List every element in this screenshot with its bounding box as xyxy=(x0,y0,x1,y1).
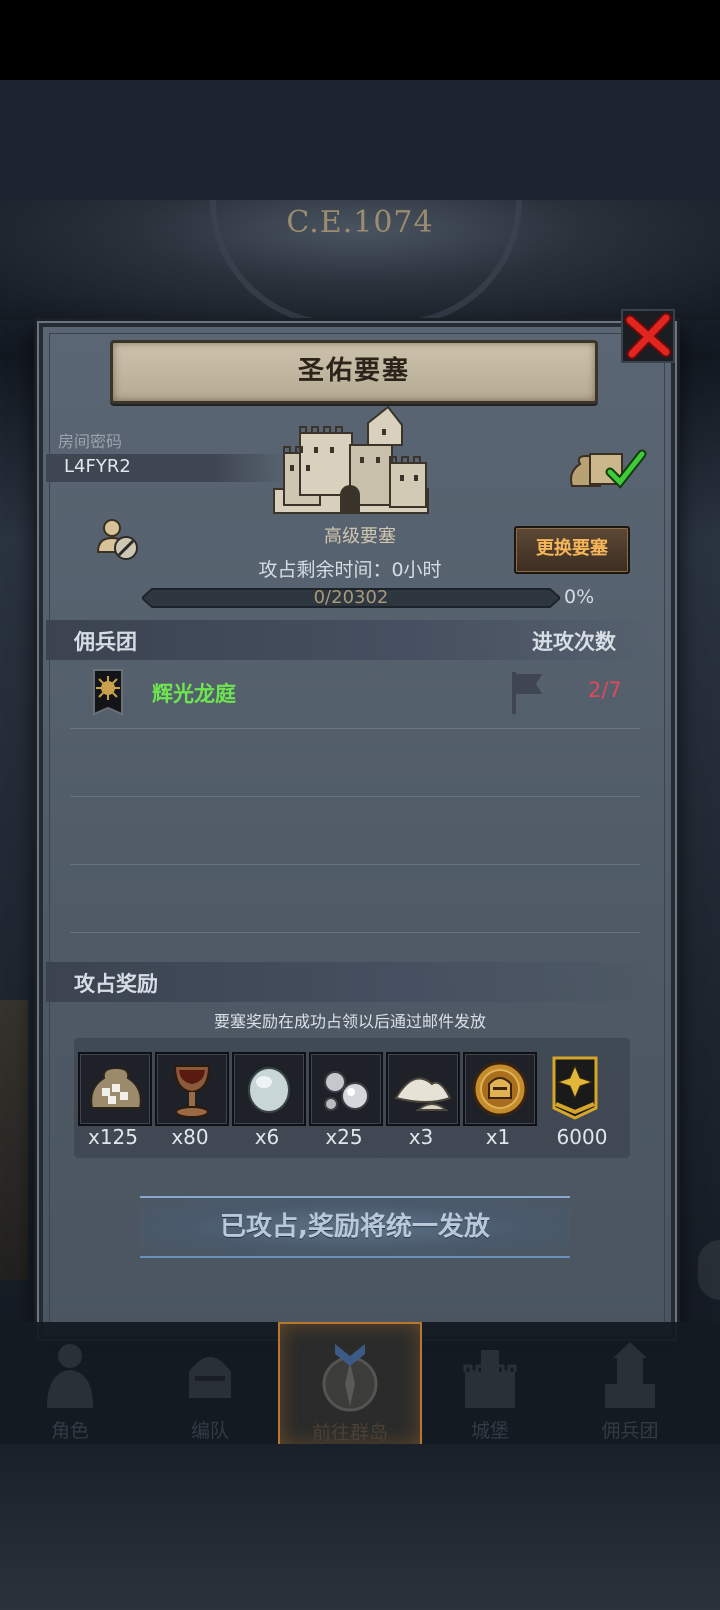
close-icon xyxy=(621,309,675,363)
reward-item[interactable] xyxy=(155,1052,229,1126)
honor-badge-icon xyxy=(552,1056,598,1120)
room-code-label: 房间密码 xyxy=(58,432,123,451)
nav-mercenary[interactable]: 佣兵团 xyxy=(560,1322,700,1444)
silver-ore-icon xyxy=(324,1071,369,1111)
reward-item[interactable] xyxy=(540,1052,610,1122)
reward-item[interactable] xyxy=(309,1052,383,1126)
nav-role[interactable]: 角色 xyxy=(0,1322,140,1444)
guild-banner-icon xyxy=(93,669,123,716)
dialog-title: 圣佑要塞 xyxy=(297,356,410,386)
dialog-title-banner: 圣佑要塞 xyxy=(110,340,598,404)
reward-item[interactable] xyxy=(463,1052,537,1126)
bottom-safe-area xyxy=(0,1444,720,1610)
nav-label: 佣兵团 xyxy=(601,1420,659,1442)
close-button[interactable] xyxy=(620,308,676,364)
timer-label: 攻占剩余时间： xyxy=(258,559,392,581)
nav-castle[interactable]: 城堡 xyxy=(420,1322,560,1444)
background-side-decor-right xyxy=(698,1240,720,1300)
reward-qty: x80 xyxy=(171,1125,209,1149)
rewards-header: 攻占奖励 xyxy=(74,972,158,996)
mercenary-header: 佣兵团 xyxy=(74,630,137,654)
room-code-value[interactable]: L4FYR2 xyxy=(64,456,131,477)
nav-label: 编队 xyxy=(190,1420,229,1442)
reward-qty: x25 xyxy=(325,1125,363,1149)
rewards-note: 要塞奖励在成功占领以后通过邮件发放 xyxy=(213,1012,486,1031)
moonstone-icon xyxy=(248,1067,290,1113)
flag-icon xyxy=(512,672,542,714)
list-item xyxy=(70,864,640,933)
nav-label: 角色 xyxy=(50,1420,89,1442)
castle-icon xyxy=(463,1350,517,1408)
supply-bag-check-icon[interactable] xyxy=(566,446,648,492)
reward-qty: 6000 xyxy=(556,1125,608,1149)
salt-pile-icon xyxy=(394,1077,452,1111)
list-item xyxy=(70,728,640,797)
nav-formation[interactable]: 编队 xyxy=(140,1322,280,1444)
reward-item[interactable] xyxy=(78,1052,152,1126)
occupied-status-banner: 已攻占,奖励将统一发放 xyxy=(140,1196,570,1258)
reward-item[interactable] xyxy=(386,1052,460,1126)
status-bar xyxy=(0,0,720,80)
reward-qty: x1 xyxy=(485,1125,511,1149)
progress-percent: 0% xyxy=(564,586,595,608)
fortress-castle-icon xyxy=(273,405,429,514)
occupation-timer: 攻占剩余时间：0小时 xyxy=(0,555,700,582)
tower-guild-icon xyxy=(605,1342,655,1408)
knight-character-icon xyxy=(47,1344,93,1408)
compass-map-icon xyxy=(322,1344,378,1412)
timer-value: 0小时 xyxy=(391,559,442,581)
goblet-icon xyxy=(173,1065,211,1118)
nav-label: 城堡 xyxy=(470,1420,509,1442)
occupied-status-text: 已攻占,奖励将统一发放 xyxy=(220,1212,490,1242)
knight-coin-icon xyxy=(472,1061,528,1117)
era-label: C.E.1074 xyxy=(286,205,434,240)
attack-count-header: 进攻次数 xyxy=(532,630,616,654)
nav-label: 前往群岛 xyxy=(311,1422,388,1444)
list-item xyxy=(70,796,640,865)
reward-qty: x6 xyxy=(254,1125,280,1149)
background-side-decor-left xyxy=(0,1000,28,1280)
attack-count: 2/7 xyxy=(588,678,622,702)
reward-qty: x125 xyxy=(87,1125,138,1149)
reward-item[interactable] xyxy=(232,1052,306,1126)
reward-qty: x3 xyxy=(408,1125,434,1149)
progress-text: 0/20302 xyxy=(313,587,389,608)
helmet-icon xyxy=(189,1357,231,1398)
guild-name: 辉光龙庭 xyxy=(152,682,236,706)
wheat-sack-icon xyxy=(90,1066,142,1109)
nav-islands[interactable]: 前往群岛 xyxy=(278,1322,422,1448)
